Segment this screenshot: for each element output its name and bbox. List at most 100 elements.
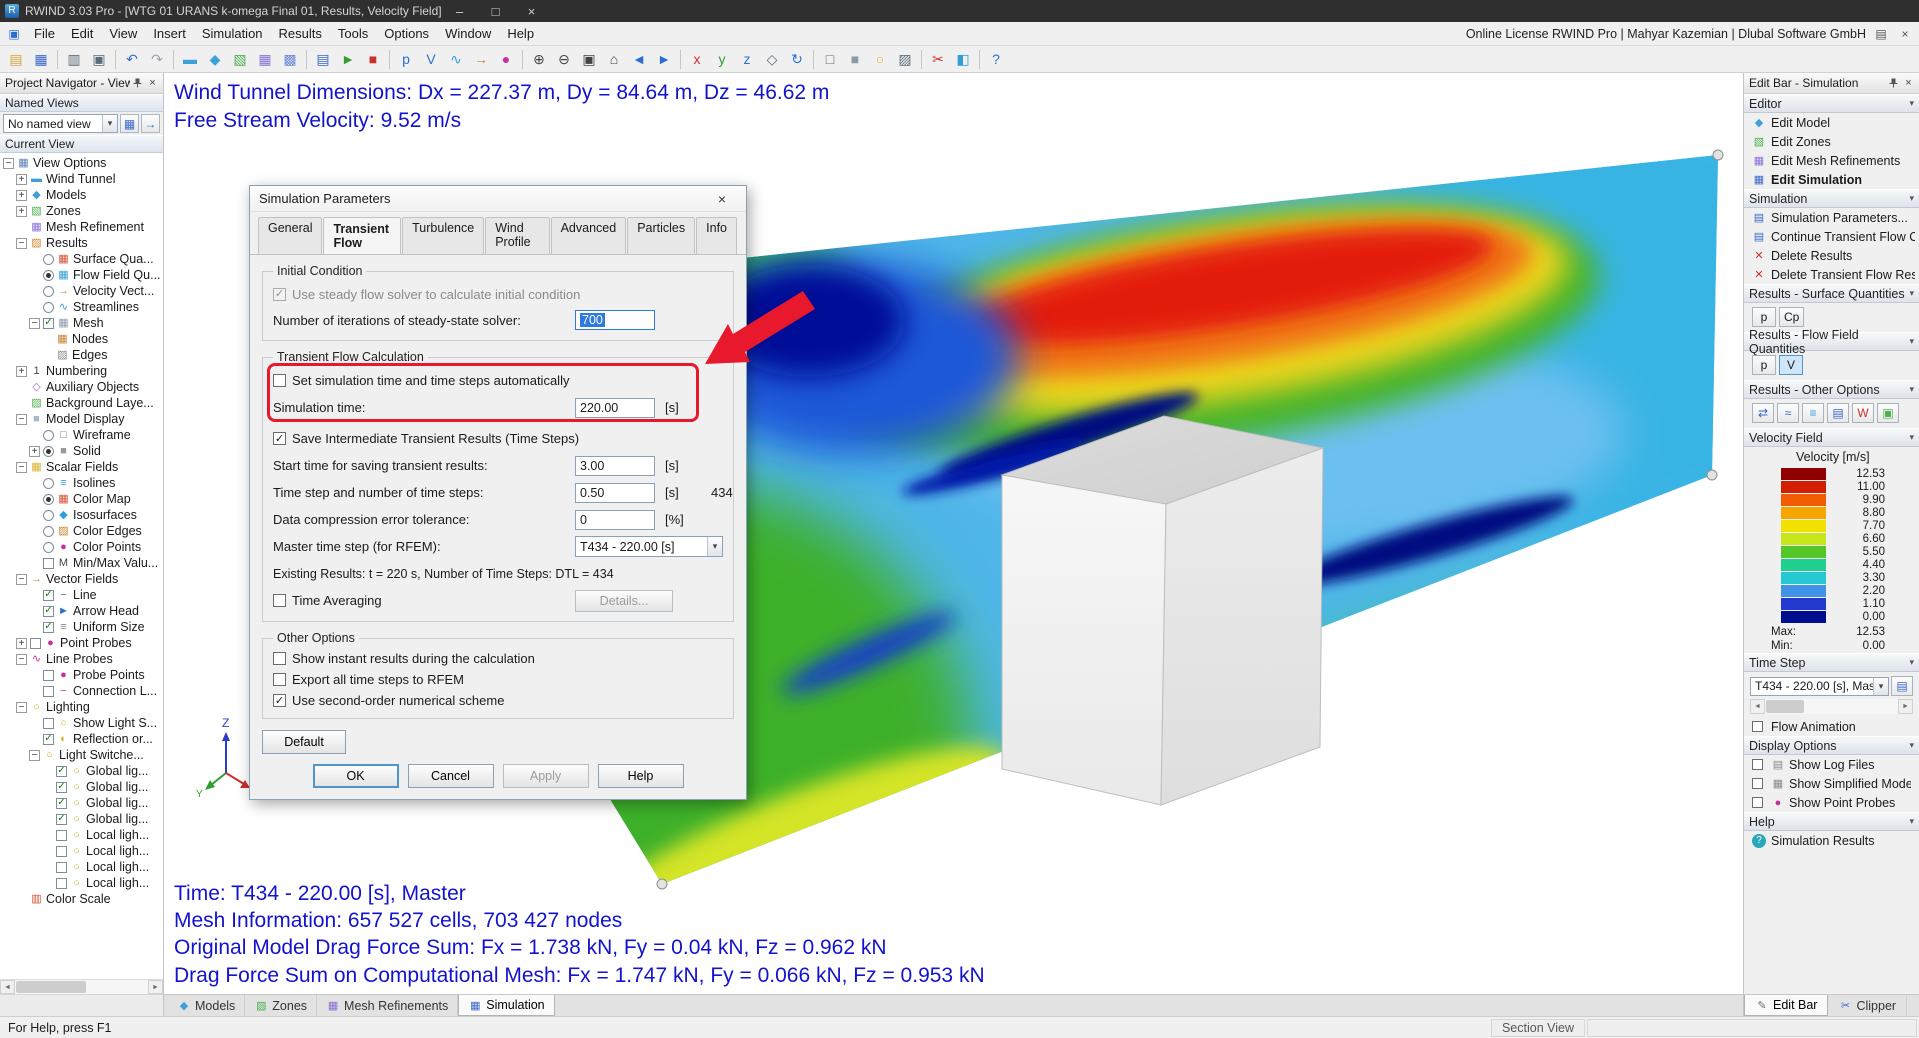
section-display-options[interactable]: Display Options▾ xyxy=(1744,736,1919,755)
clipper-button[interactable]: ✂ xyxy=(926,48,950,71)
edit-zones-button[interactable]: ▧ xyxy=(228,48,252,71)
editbar-item-edit-zones[interactable]: ▧Edit Zones xyxy=(1744,132,1919,151)
section-time-step[interactable]: Time Step▾ xyxy=(1744,653,1919,672)
tree-item-line-probes[interactable]: −∿Line Probes xyxy=(0,651,163,667)
velocity-field-button[interactable]: V xyxy=(419,48,443,71)
tree-item-models[interactable]: +◆Models xyxy=(0,187,163,203)
expand-icon[interactable]: + xyxy=(29,446,40,457)
editbar-item-delete-results[interactable]: ✕Delete Results xyxy=(1744,246,1919,265)
minimize-button[interactable]: – xyxy=(442,0,478,22)
tree-item-view-options[interactable]: −▦View Options xyxy=(0,155,163,171)
section-plane-button[interactable]: ◧ xyxy=(951,48,975,71)
editbar-item-edit-mesh-refinements[interactable]: ▦Edit Mesh Refinements xyxy=(1744,151,1919,170)
menu-file[interactable]: File xyxy=(26,23,63,44)
document-tab-zones[interactable]: ▧Zones xyxy=(245,995,317,1016)
time-step-input[interactable]: 0.50 xyxy=(575,483,655,503)
dialog-tab-turbulence[interactable]: Turbulence xyxy=(402,217,484,254)
tree-item-auxiliary-objects[interactable]: ◇Auxiliary Objects xyxy=(0,379,163,395)
collapse-icon[interactable]: − xyxy=(16,238,27,249)
tree-item-streamlines[interactable]: ∿Streamlines xyxy=(0,299,163,315)
flow-animation-checkbox[interactable] xyxy=(1752,721,1763,732)
tree-radio[interactable] xyxy=(43,302,54,313)
tree-checkbox[interactable] xyxy=(43,558,54,569)
tree-item-model-display[interactable]: −■Model Display xyxy=(0,411,163,427)
section-surface-quantities[interactable]: Results - Surface Quantities▾ xyxy=(1744,284,1919,303)
tree-item-probe-points[interactable]: ●Probe Points xyxy=(0,667,163,683)
mesh-refinements-button[interactable]: ▦ xyxy=(253,48,277,71)
collapse-icon[interactable]: − xyxy=(3,158,14,169)
panel-tab-edit-bar[interactable]: ✎Edit Bar xyxy=(1744,995,1828,1016)
tree-item-min-max-valu[interactable]: MMin/Max Valu... xyxy=(0,555,163,571)
smooth-colors-button[interactable]: ≈ xyxy=(1777,403,1799,423)
collapse-icon[interactable]: − xyxy=(29,750,40,761)
tree-item-velocity-vect[interactable]: →Velocity Vect... xyxy=(0,283,163,299)
wireframe-display-button[interactable]: □ xyxy=(818,48,842,71)
menu-simulation[interactable]: Simulation xyxy=(194,23,271,44)
pin-icon[interactable] xyxy=(130,76,145,91)
tree-item-surface-qua[interactable]: ▦Surface Qua... xyxy=(0,251,163,267)
dialog-tab-general[interactable]: General xyxy=(258,217,322,254)
background-color-button[interactable]: ▨ xyxy=(893,48,917,71)
view-z-button[interactable]: z xyxy=(735,48,759,71)
surface-pressure-button[interactable]: p xyxy=(1752,307,1776,327)
tree-item-solid[interactable]: +■Solid xyxy=(0,443,163,459)
default-button[interactable]: Default xyxy=(262,730,346,754)
ok-button[interactable]: OK xyxy=(313,764,399,788)
tree-checkbox[interactable] xyxy=(56,814,67,825)
tree-checkbox[interactable] xyxy=(56,782,67,793)
tree-item-lighting[interactable]: −○Lighting xyxy=(0,699,163,715)
rotate-view-button[interactable]: ↻ xyxy=(785,48,809,71)
tree-item-nodes[interactable]: ▦Nodes xyxy=(0,331,163,347)
view-x-button[interactable]: x xyxy=(685,48,709,71)
tree-radio[interactable] xyxy=(43,430,54,441)
named-views-combobox[interactable]: No named view ▾ xyxy=(3,114,118,133)
editbar-item-edit-model[interactable]: ◆Edit Model xyxy=(1744,113,1919,132)
time-step-combobox[interactable]: T434 - 220.00 [s], Mast ▾ xyxy=(1750,677,1889,696)
dialog-tab-particles[interactable]: Particles xyxy=(627,217,695,254)
tree-item-isosurfaces[interactable]: ◆Isosurfaces xyxy=(0,507,163,523)
display-option-show-point-probes[interactable]: ●Show Point Probes xyxy=(1744,793,1919,812)
render-canvas[interactable]: Z Y X Wind Tunnel Dimensions: Dx = 227.3… xyxy=(164,73,1743,994)
surface-cp-button[interactable]: Cp xyxy=(1779,307,1804,327)
scrollbar-track[interactable] xyxy=(1765,699,1898,714)
next-view-button[interactable]: ► xyxy=(652,48,676,71)
editbar-item-continue-transient-flow-cal[interactable]: ▤Continue Transient Flow Cal... xyxy=(1744,227,1919,246)
checkbox[interactable] xyxy=(1752,797,1763,808)
scroll-right-icon[interactable]: ► xyxy=(148,980,163,994)
close-icon[interactable]: × xyxy=(145,76,160,91)
checkbox[interactable] xyxy=(1752,778,1763,789)
close-icon[interactable]: × xyxy=(1901,76,1916,91)
tree-radio[interactable] xyxy=(43,510,54,521)
edit-model-button[interactable]: ◆ xyxy=(203,48,227,71)
tree-checkbox[interactable] xyxy=(43,318,54,329)
menu-edit[interactable]: Edit xyxy=(63,23,101,44)
collapse-icon[interactable]: − xyxy=(16,414,27,425)
wind-tunnel-button[interactable]: ▬ xyxy=(178,48,202,71)
tree-checkbox[interactable] xyxy=(43,590,54,601)
document-tab-models[interactable]: ◆Models xyxy=(168,995,245,1016)
tree-horizontal-scrollbar[interactable]: ◄ ► xyxy=(0,979,163,994)
tree-checkbox[interactable] xyxy=(56,862,67,873)
close-window-button[interactable]: × xyxy=(514,0,550,22)
tree-item-local-ligh[interactable]: ○Local ligh... xyxy=(0,859,163,875)
section-editor[interactable]: Editor▾ xyxy=(1744,94,1919,113)
point-probe-button[interactable]: ● xyxy=(494,48,518,71)
tree-item-reflection-or[interactable]: ◐Reflection or... xyxy=(0,731,163,747)
document-tab-simulation[interactable]: ▦Simulation xyxy=(458,995,554,1016)
plane-corner-handle[interactable] xyxy=(1707,470,1717,480)
tree-checkbox[interactable] xyxy=(43,622,54,633)
tree-checkbox[interactable] xyxy=(43,718,54,729)
dialog-option-export-all-time-steps-to-rfem[interactable]: Export all time steps to RFEM xyxy=(273,669,723,690)
tree-item-light-switche[interactable]: −○Light Switche... xyxy=(0,747,163,763)
tree-item-color-edges[interactable]: ▨Color Edges xyxy=(0,523,163,539)
scroll-left-icon[interactable]: ◄ xyxy=(0,980,15,994)
lighting-button[interactable]: ○ xyxy=(868,48,892,71)
scrollbar-thumb[interactable] xyxy=(16,981,86,993)
start-time-input[interactable]: 3.00 xyxy=(575,456,655,476)
tree-checkbox[interactable] xyxy=(43,670,54,681)
expand-icon[interactable]: + xyxy=(16,190,27,201)
dialog-tab-advanced[interactable]: Advanced xyxy=(551,217,627,254)
plane-corner-handle[interactable] xyxy=(1713,150,1723,160)
dialog-close-icon[interactable]: × xyxy=(707,188,737,210)
help-button[interactable]: ? xyxy=(984,48,1008,71)
